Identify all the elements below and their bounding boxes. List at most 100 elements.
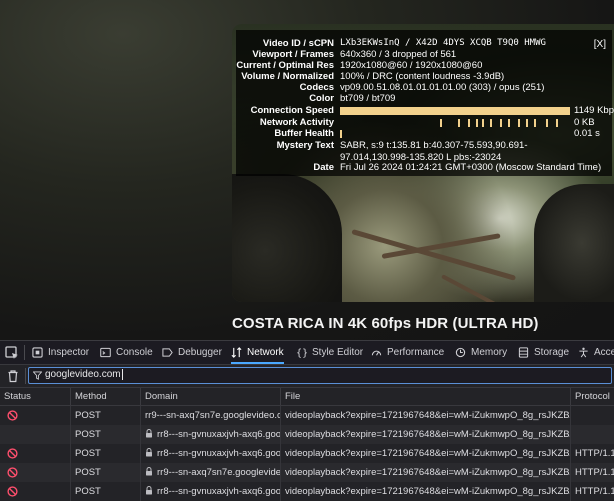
- protocol-cell: HTTP/1.1: [570, 482, 614, 501]
- element-picker-icon[interactable]: [4, 345, 20, 361]
- protocol-cell-text: HTTP/1.1: [575, 467, 614, 478]
- tab-label: Style Editor: [312, 347, 364, 358]
- status-cell: [0, 425, 70, 444]
- request-row[interactable]: POST rr8---sn-gvnuxaxjvh-axq6.googlevideo…: [0, 482, 614, 501]
- video-scene-rock-left: [232, 174, 342, 302]
- tab-label: Network: [247, 347, 284, 358]
- video-scene-rock-right: [534, 184, 614, 302]
- domain-cell: rr8---sn-gvnuxaxjvh-axq6.googlevideo.com: [140, 482, 280, 501]
- stat-row-connection-speed: Connection Speed 1149 Kbps: [236, 105, 614, 117]
- memory-icon: [455, 347, 466, 358]
- domain-cell: rr8---sn-gvnuxaxjvh-axq6.googlevideo.com: [140, 425, 280, 444]
- method-cell-text: POST: [75, 486, 101, 497]
- blocked-icon: [7, 486, 18, 497]
- request-list: POST rr9---sn-axq7sn7e.googlevideo.com vid…: [0, 406, 614, 501]
- column-header-method[interactable]: Method: [70, 388, 140, 405]
- column-header-domain[interactable]: Domain: [140, 388, 280, 405]
- file-cell: videoplayback?expire=1721967648&ei=wM-iZ…: [280, 406, 570, 425]
- tab-label: Debugger: [178, 347, 222, 358]
- stat-value: 1920x1080@60 / 1920x1080@60: [340, 60, 483, 71]
- tab-console[interactable]: Console: [100, 341, 153, 364]
- status-cell: [0, 444, 70, 463]
- stat-value: 640x360 / 3 dropped of 561: [340, 49, 457, 60]
- performance-icon: [371, 350, 382, 356]
- request-row[interactable]: POST rr8---sn-gvnuxaxjvh-axq6.googlevideo…: [0, 444, 614, 463]
- domain-cell-text: rr9---sn-axq7sn7e.googlevideo.com: [145, 410, 280, 421]
- filter-urls-input[interactable]: googlevideo.com: [28, 367, 612, 384]
- network-icon: [231, 347, 242, 358]
- status-cell: [0, 482, 70, 501]
- tab-label: Inspector: [48, 347, 90, 358]
- devtools-tab-bar: Inspector Console Debugger Network {} St…: [0, 341, 614, 365]
- tab-storage[interactable]: Storage: [518, 341, 569, 364]
- text-caret: [121, 369, 123, 380]
- protocol-cell: HTTP/1.1: [570, 444, 614, 463]
- stat-label: Codecs: [299, 82, 334, 93]
- console-icon: [100, 347, 111, 358]
- network-activity-tick: [546, 119, 548, 127]
- file-cell-text: videoplayback?expire=1721967648&ei=wM-iZ…: [285, 448, 570, 459]
- stat-value: 0 KB: [574, 117, 595, 128]
- file-cell: videoplayback?expire=1721967648&ei=wM-iZ…: [280, 444, 570, 463]
- network-activity-tick: [490, 119, 492, 127]
- method-cell-text: POST: [75, 429, 101, 440]
- accessibility-icon: [579, 347, 588, 358]
- tab-performance[interactable]: Performance: [371, 341, 444, 364]
- network-activity-tick: [440, 119, 442, 127]
- tab-label: Performance: [387, 347, 445, 358]
- file-cell-text: videoplayback?expire=1721967648&ei=wM-iZ…: [285, 429, 570, 440]
- stat-label: Viewport / Frames: [252, 49, 334, 60]
- network-activity-tick: [476, 119, 478, 127]
- request-row[interactable]: POST rr9---sn-axq7sn7e.googlevideo.com vid…: [0, 406, 614, 425]
- tab-accessibility[interactable]: Acce: [578, 341, 614, 364]
- network-activity-tick: [468, 119, 470, 127]
- stat-label: Network Activity: [259, 117, 334, 128]
- stat-label: Video ID / sCPN: [262, 38, 334, 49]
- request-row[interactable]: POST rr8---sn-gvnuxaxjvh-axq6.googlevideo…: [0, 425, 614, 444]
- buffer-health-bar: [340, 130, 570, 138]
- blocked-icon: [7, 467, 18, 478]
- network-activity-tick: [458, 119, 460, 127]
- stat-value: 1149 Kbps: [574, 105, 614, 116]
- video-title: COSTA RICA IN 4K 60fps HDR (ULTRA HD): [232, 315, 539, 332]
- column-header-protocol[interactable]: Protocol: [570, 388, 614, 405]
- devtools-panel: Inspector Console Debugger Network {} St…: [0, 340, 614, 501]
- tab-memory[interactable]: Memory: [455, 341, 507, 364]
- stat-label: Mystery Text: [276, 140, 334, 151]
- stat-row-date: Date Fri Jul 26 2024 01:24:21 GMT+0300 (…: [236, 162, 606, 174]
- tab-label: Memory: [471, 347, 508, 358]
- stat-label: Current / Optimal Res: [236, 60, 334, 71]
- stat-row-mystery-text: Mystery Text SABR, s:9 t:135.81 b:40.307…: [236, 140, 606, 163]
- protocol-cell-text: HTTP/1.1: [575, 448, 614, 459]
- stat-label: Buffer Health: [274, 128, 334, 139]
- tab-inspector[interactable]: Inspector: [32, 341, 89, 364]
- inspector-icon: [32, 347, 43, 358]
- tab-label: Console: [116, 347, 153, 358]
- network-activity-tick: [508, 119, 510, 127]
- trash-icon[interactable]: [6, 369, 20, 383]
- file-cell-text: videoplayback?expire=1721967648&ei=wM-iZ…: [285, 486, 570, 497]
- style-editor-icon: {}: [296, 348, 307, 358]
- file-cell: videoplayback?expire=1721967648&ei=wM-iZ…: [280, 463, 570, 482]
- tab-style-editor[interactable]: {} Style Editor: [296, 341, 363, 364]
- stat-value: 0.01 s: [574, 128, 600, 139]
- request-row[interactable]: POST rr9---sn-axq7sn7e.googlevideo.com vid…: [0, 463, 614, 482]
- column-header-file[interactable]: File: [280, 388, 570, 405]
- file-cell-text: videoplayback?expire=1721967648&ei=wM-iZ…: [285, 467, 570, 478]
- domain-cell-text: rr8---sn-gvnuxaxjvh-axq6.googlevideo.com: [157, 486, 280, 497]
- column-header-status[interactable]: Status: [0, 388, 70, 405]
- lock-icon: [146, 467, 152, 476]
- connection-speed-bar: [340, 107, 570, 115]
- network-activity-tick: [482, 119, 484, 127]
- file-cell: videoplayback?expire=1721967648&ei=wM-iZ…: [280, 482, 570, 501]
- network-activity-tick: [500, 119, 502, 127]
- toolbar-separator: [24, 345, 25, 360]
- blocked-icon: [7, 410, 18, 421]
- stat-value: LXb3EKWsInQ / X42D 4DYS XCQB T9Q0 HMWG: [340, 38, 546, 48]
- protocol-cell-text: HTTP/1.1: [575, 486, 614, 497]
- domain-cell: rr8---sn-gvnuxaxjvh-axq6.googlevideo.com: [140, 444, 280, 463]
- network-filter-bar: googlevideo.com: [0, 365, 614, 388]
- stat-value: Fri Jul 26 2024 01:24:21 GMT+0300 (Mosco…: [340, 162, 602, 173]
- tab-debugger[interactable]: Debugger: [162, 341, 222, 364]
- tab-network[interactable]: Network: [231, 341, 284, 364]
